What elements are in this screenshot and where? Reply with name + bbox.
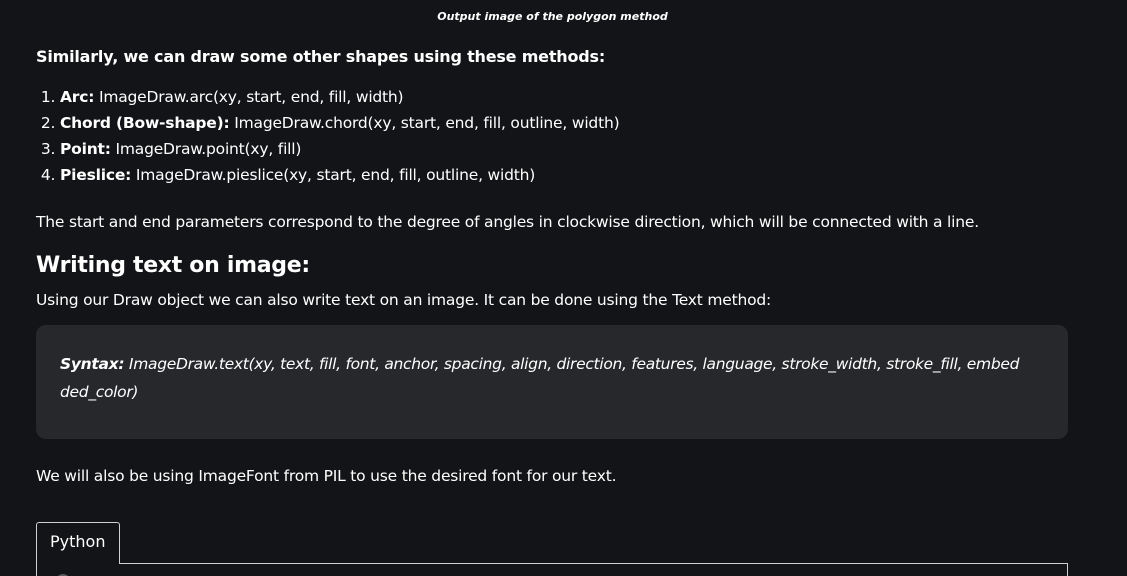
syntax-signature: ImageDraw.text(xy, text, fill, font, anc… — [128, 355, 1020, 373]
angles-paragraph: The start and end parameters correspond … — [36, 213, 979, 231]
image-caption: Output image of the polygon method — [437, 10, 668, 23]
method-signature: ImageDraw.pieslice(xy, start, end, fill,… — [135, 166, 536, 184]
shapes-lead-text: Similarly, we can draw some other shapes… — [36, 47, 606, 66]
list-item: Point: ImageDraw.point(xy, fill) — [60, 136, 619, 162]
method-name: Pieslice: — [60, 166, 132, 184]
syntax-label: Syntax: — [60, 355, 125, 373]
method-signature: ImageDraw.chord(xy, start, end, fill, ou… — [234, 114, 620, 132]
section-heading: Writing text on image: — [36, 253, 310, 278]
imagefont-paragraph: We will also be using ImageFont from PIL… — [36, 467, 617, 485]
text-intro-paragraph: Using our Draw object we can also write … — [36, 291, 772, 309]
method-signature: ImageDraw.arc(xy, start, end, fill, widt… — [98, 88, 404, 106]
method-name: Point: — [60, 140, 111, 158]
method-signature: ImageDraw.point(xy, fill) — [115, 140, 302, 158]
method-name: Arc: — [60, 88, 95, 106]
list-item: Arc: ImageDraw.arc(xy, start, end, fill,… — [60, 84, 619, 110]
list-item: Chord (Bow-shape): ImageDraw.chord(xy, s… — [60, 110, 620, 136]
syntax-line-1: Syntax: ImageDraw.text(xy, text, fill, f… — [60, 350, 1044, 378]
method-list: Arc: ImageDraw.arc(xy, start, end, fill,… — [36, 84, 620, 188]
method-name: Chord (Bow-shape): — [60, 114, 230, 132]
syntax-line-2: ded_color) — [60, 383, 139, 401]
list-item: Pieslice: ImageDraw.pieslice(xy, start, … — [60, 162, 619, 188]
code-tab-python[interactable]: Python — [36, 522, 120, 564]
article-page: Output image of the polygon method Simil… — [0, 0, 1127, 576]
code-panel — [36, 563, 1068, 576]
syntax-box: Syntax: ImageDraw.text(xy, text, fill, f… — [36, 325, 1068, 439]
